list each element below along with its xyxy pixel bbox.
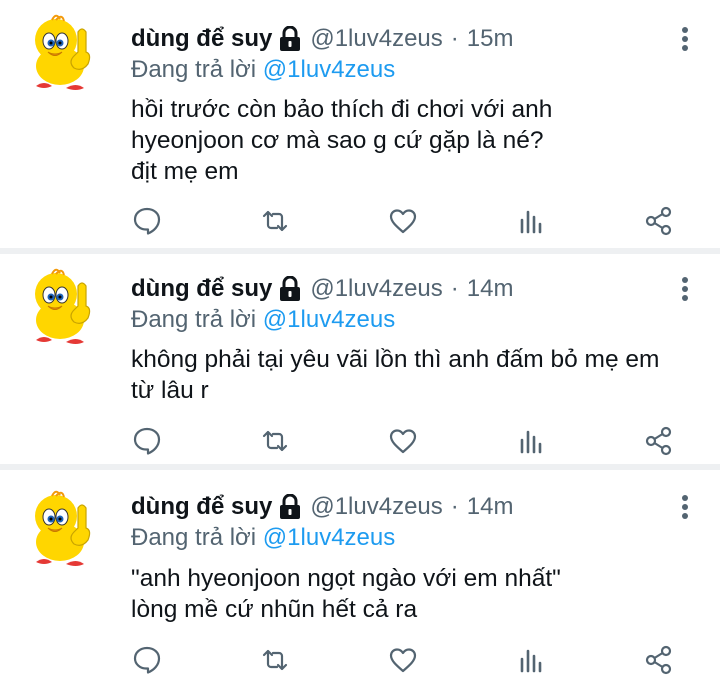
like-icon[interactable]	[388, 645, 418, 675]
reply-mention-link[interactable]: @1luv4zeus	[263, 524, 395, 551]
tweet-header: dùng để suy @1luv4zeus · 15m	[131, 24, 660, 54]
like-icon[interactable]	[388, 426, 418, 456]
lock-icon	[280, 26, 301, 51]
tweet[interactable]: dùng để suy @1luv4zeus · 14m Đang trả lờ…	[0, 254, 720, 464]
more-vertical-icon[interactable]	[680, 276, 690, 302]
display-name[interactable]: dùng để suy	[131, 492, 272, 522]
retweet-icon[interactable]	[260, 206, 290, 236]
replying-to: Đang trả lời @1luv4zeus	[131, 55, 395, 85]
retweet-icon[interactable]	[260, 426, 290, 456]
tweet-text-line: từ lâu r	[131, 377, 209, 404]
display-name[interactable]: dùng để suy	[131, 274, 272, 304]
more-vertical-icon[interactable]	[680, 494, 690, 520]
timestamp[interactable]: 14m	[467, 274, 514, 304]
tweet-header: dùng để suy @1luv4zeus · 14m	[131, 492, 660, 522]
tweet-actions	[0, 426, 720, 458]
views-icon[interactable]	[516, 206, 546, 236]
share-icon[interactable]	[644, 645, 674, 675]
like-icon[interactable]	[388, 206, 418, 236]
timeline-feed: dùng để suy @1luv4zeus · 15m Đang trả lờ…	[0, 0, 720, 691]
replying-to-label: Đang trả lời	[131, 524, 257, 551]
retweet-icon[interactable]	[260, 645, 290, 675]
cartoon-bird-avatar-icon[interactable]	[22, 266, 106, 350]
timestamp[interactable]: 14m	[467, 492, 514, 522]
tweet-actions	[0, 206, 720, 238]
tweet-header: dùng để suy @1luv4zeus · 14m	[131, 274, 660, 304]
tweet-text: "anh hyeonjoon ngọt ngào với em nhất" lò…	[131, 563, 700, 625]
tweet-text-line: "anh hyeonjoon ngọt ngào với em nhất"	[131, 565, 561, 592]
replying-to-label: Đang trả lời	[131, 306, 257, 333]
separator-dot: ·	[450, 275, 459, 302]
tweet[interactable]: dùng để suy @1luv4zeus · 14m Đang trả lờ…	[0, 470, 720, 691]
reply-icon[interactable]	[132, 206, 162, 236]
reply-icon[interactable]	[132, 645, 162, 675]
lock-icon	[280, 494, 301, 519]
tweet-text-line: địt mẹ em	[131, 158, 239, 185]
share-icon[interactable]	[644, 206, 674, 236]
timestamp[interactable]: 15m	[467, 24, 514, 54]
cartoon-bird-avatar-icon[interactable]	[22, 12, 106, 96]
tweet-text: hồi trước còn bảo thích đi chơi với anh …	[131, 94, 700, 187]
views-icon[interactable]	[516, 426, 546, 456]
tweet-text-line: hyeonjoon cơ mà sao g cứ gặp là né?	[131, 127, 544, 154]
reply-mention-link[interactable]: @1luv4zeus	[263, 56, 395, 83]
user-handle[interactable]: @1luv4zeus	[310, 24, 442, 54]
replying-to: Đang trả lời @1luv4zeus	[131, 523, 395, 553]
reply-mention-link[interactable]: @1luv4zeus	[263, 306, 395, 333]
separator-dot: ·	[450, 493, 459, 520]
tweet-text-line: lòng mề cứ nhũn hết cả ra	[131, 596, 418, 623]
replying-to-label: Đang trả lời	[131, 56, 257, 83]
user-handle[interactable]: @1luv4zeus	[310, 492, 442, 522]
tweet-text-line: hồi trước còn bảo thích đi chơi với anh	[131, 96, 553, 123]
tweet[interactable]: dùng để suy @1luv4zeus · 15m Đang trả lờ…	[0, 0, 720, 248]
more-vertical-icon[interactable]	[680, 26, 690, 52]
tweet-text-line: không phải tại yêu vãi lồn thì anh đấm b…	[131, 346, 660, 373]
cartoon-bird-avatar-icon[interactable]	[22, 488, 106, 572]
reply-icon[interactable]	[132, 426, 162, 456]
share-icon[interactable]	[644, 426, 674, 456]
tweet-actions	[0, 645, 720, 677]
tweet-text: không phải tại yêu vãi lồn thì anh đấm b…	[131, 344, 700, 406]
views-icon[interactable]	[516, 645, 546, 675]
lock-icon	[280, 276, 301, 301]
separator-dot: ·	[450, 25, 459, 52]
display-name[interactable]: dùng để suy	[131, 24, 272, 54]
user-handle[interactable]: @1luv4zeus	[310, 274, 442, 304]
replying-to: Đang trả lời @1luv4zeus	[131, 305, 395, 335]
